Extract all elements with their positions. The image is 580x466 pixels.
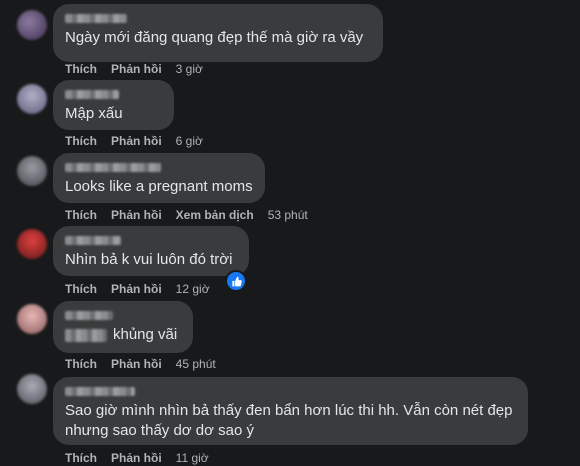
- avatar[interactable]: [17, 229, 47, 259]
- comment-time[interactable]: 45 phút: [176, 357, 216, 371]
- like-button[interactable]: Thích: [65, 451, 97, 465]
- reply-button[interactable]: Phản hồi: [111, 62, 162, 76]
- commenter-name[interactable]: [65, 387, 135, 396]
- see-translation-link[interactable]: Xem bản dịch: [176, 208, 254, 222]
- comment-bubble: Sao giờ mình nhìn bả thấy đen bẩn hơn lú…: [53, 377, 528, 445]
- like-button[interactable]: Thích: [65, 357, 97, 371]
- reply-button[interactable]: Phản hồi: [111, 282, 162, 296]
- comment-time[interactable]: 3 giờ: [176, 62, 203, 76]
- avatar[interactable]: [17, 304, 47, 334]
- comment-actions: Thích Phản hồi 45 phút: [65, 356, 216, 372]
- thumbs-up-icon: [231, 276, 242, 286]
- avatar[interactable]: [17, 10, 47, 40]
- commenter-name[interactable]: [65, 236, 121, 245]
- comment-bubble: Nhìn bả k vui luôn đó trời: [53, 226, 249, 276]
- like-button[interactable]: Thích: [65, 282, 97, 296]
- avatar[interactable]: [17, 156, 47, 186]
- like-button[interactable]: Thích: [65, 134, 97, 148]
- like-button[interactable]: Thích: [65, 208, 97, 222]
- reply-button[interactable]: Phản hồi: [111, 134, 162, 148]
- comment-text: Mập xấu: [65, 105, 123, 122]
- like-reaction-icon[interactable]: [225, 270, 247, 292]
- comment-text: Looks like a pregnant moms: [65, 178, 253, 195]
- comment-bubble: Mập xấu: [53, 80, 174, 130]
- comment-actions: Thích Phản hồi Xem bản dịch 53 phút: [65, 207, 308, 223]
- comment-actions: Thích Phản hồi 3 giờ: [65, 61, 203, 77]
- like-button[interactable]: Thích: [65, 62, 97, 76]
- comment-bubble: Ngày mới đăng quang đẹp thế mà giờ ra vầ…: [53, 4, 383, 62]
- comment-time[interactable]: 53 phút: [268, 208, 308, 222]
- commenter-name[interactable]: [65, 90, 119, 99]
- avatar[interactable]: [17, 84, 47, 114]
- commenter-name[interactable]: [65, 14, 127, 23]
- reply-button[interactable]: Phản hồi: [111, 208, 162, 222]
- comment-time[interactable]: 6 giờ: [176, 134, 203, 148]
- comment-time[interactable]: 12 giờ: [176, 282, 210, 296]
- commenter-name[interactable]: [65, 311, 113, 320]
- reply-button[interactable]: Phản hồi: [111, 451, 162, 465]
- comment-text: Sao giờ mình nhìn bả thấy đen bẩn hơn lú…: [65, 402, 513, 439]
- comment-text-row: khủng vãi: [65, 325, 181, 345]
- reply-button[interactable]: Phản hồi: [111, 357, 162, 371]
- comment-text: Nhìn bả k vui luôn đó trời: [65, 251, 233, 268]
- comment-time[interactable]: 11 giờ: [176, 451, 209, 465]
- comment-bubble: Looks like a pregnant moms: [53, 153, 265, 203]
- comment-text: khủng vãi: [113, 326, 178, 343]
- comment-text: Ngày mới đăng quang đẹp thế mà giờ ra vầ…: [65, 29, 364, 46]
- comment-actions: Thích Phản hồi 6 giờ: [65, 133, 203, 149]
- comment-actions: Thích Phản hồi 12 giờ: [65, 281, 210, 297]
- comment-bubble: khủng vãi: [53, 301, 193, 353]
- comment-actions: Thích Phản hồi 11 giờ: [65, 450, 209, 466]
- avatar[interactable]: [17, 374, 47, 404]
- mention-tag[interactable]: [65, 328, 107, 342]
- commenter-name[interactable]: [65, 163, 161, 172]
